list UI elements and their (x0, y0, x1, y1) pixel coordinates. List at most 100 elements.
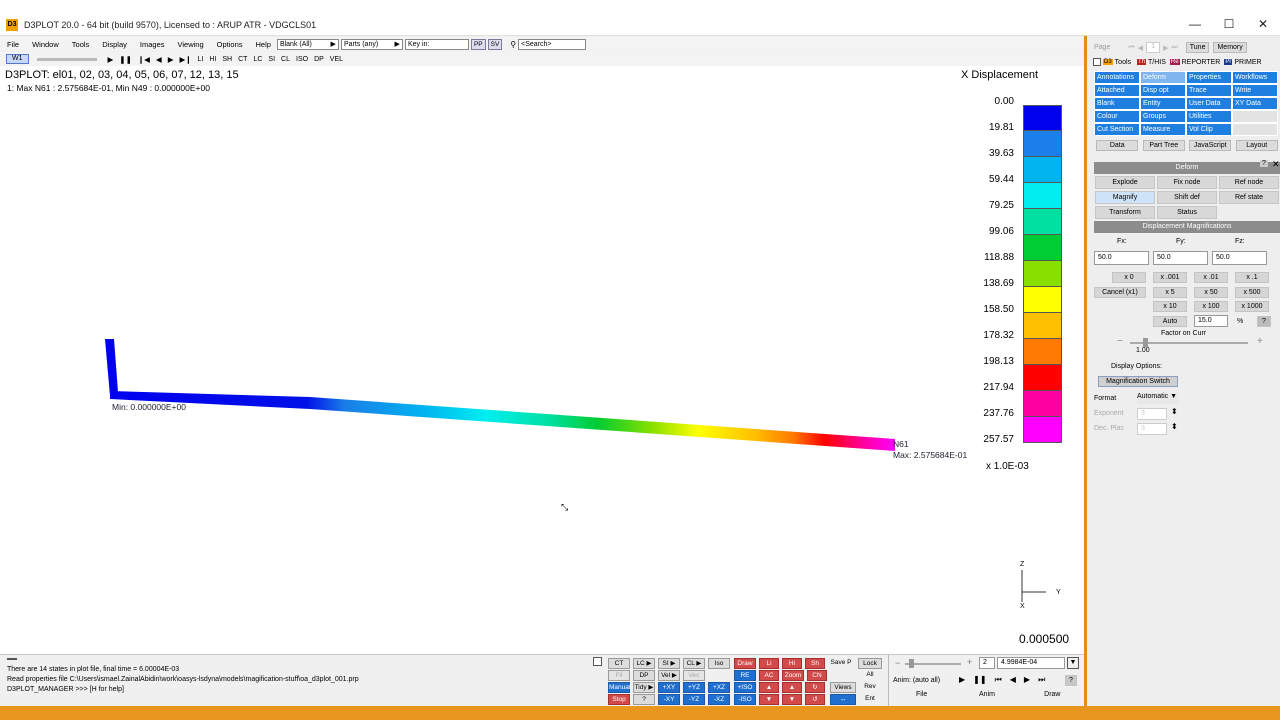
cancel-x1-button[interactable]: Cancel (x1) (1094, 287, 1146, 298)
plot-type-ct[interactable]: CT (235, 56, 250, 63)
auto-button[interactable]: Auto (1153, 316, 1187, 327)
anim-tab-anim[interactable]: Anim (954, 691, 1019, 698)
lc-button[interactable]: LC ▶ (633, 658, 655, 669)
rotate-up-icon[interactable]: ▲ (759, 682, 779, 693)
menu-window[interactable]: Window (25, 40, 65, 49)
plot-type-cl[interactable]: CL (278, 56, 293, 63)
tool-groups[interactable]: Groups (1140, 110, 1186, 123)
hi-button[interactable]: Hi (782, 658, 802, 669)
auto-value-input[interactable]: 15.0 (1194, 315, 1228, 327)
ac-button[interactable]: AC (759, 670, 779, 681)
dec-places-input[interactable]: 3 (1137, 423, 1167, 435)
tool-workflows[interactable]: Workflows (1232, 71, 1278, 84)
help-button[interactable]: ? (1260, 160, 1268, 167)
cl-button[interactable]: CL ▶ (683, 658, 705, 669)
plot-type-hi[interactable]: HI (206, 56, 219, 63)
shift-def-button[interactable]: Shift def (1157, 191, 1217, 204)
iso-button[interactable]: Iso (708, 658, 730, 669)
vec-button[interactable]: Vec (683, 670, 705, 681)
time-input[interactable]: 4.9984E-04 (997, 657, 1065, 669)
tool-trace[interactable]: Trace (1186, 84, 1232, 97)
plot-type-iso[interactable]: ISO (293, 56, 311, 63)
exponent-input[interactable]: 3 (1137, 408, 1167, 420)
plot-type-si[interactable]: SI (265, 56, 278, 63)
exponent-spinner-icon[interactable]: ⬍ (1171, 407, 1178, 416)
views-button[interactable]: Views (830, 682, 856, 693)
minus-xz-button[interactable]: -XZ (708, 694, 730, 705)
tool-colour[interactable]: Colour (1094, 110, 1140, 123)
anim-plus-icon[interactable]: + (967, 657, 972, 667)
tab-reporter[interactable]: REPORTER (1182, 59, 1221, 66)
parts-combo[interactable]: Parts (any) ▶ (340, 38, 403, 50)
tool-disp-opt[interactable]: Disp opt (1140, 84, 1186, 97)
mult-x01-button[interactable]: x .01 (1194, 272, 1228, 283)
anim-first-icon[interactable]: ⏮ (991, 675, 1006, 685)
page-first-icon[interactable]: ⏮ (1128, 44, 1134, 52)
menu-viewing[interactable]: Viewing (171, 40, 210, 49)
page-prev-icon[interactable]: ◀ (1138, 44, 1143, 52)
plot-type-lc[interactable]: LC (250, 56, 265, 63)
step-forward-icon[interactable]: ▶ (165, 55, 177, 64)
anim-last-icon[interactable]: ⏭ (1034, 675, 1049, 685)
plus-xz-button[interactable]: +XZ (708, 682, 730, 693)
explode-button[interactable]: Explode (1095, 176, 1155, 189)
format-select[interactable]: Automatic ▼ (1137, 393, 1179, 404)
key-in-field[interactable]: Key in: (404, 38, 469, 50)
close-panel-icon[interactable]: ✕ (1272, 159, 1280, 170)
help-button[interactable]: ? (633, 694, 655, 705)
cn-button[interactable]: CN (807, 670, 827, 681)
tune-button[interactable]: Tune (1185, 42, 1210, 53)
tool-xy-data[interactable]: XY Data (1232, 97, 1278, 110)
tool-measure[interactable]: Measure (1140, 123, 1186, 136)
ct-button[interactable]: CT (608, 658, 630, 669)
minus-yz-button[interactable]: -YZ (683, 694, 705, 705)
fit-arrows-icon[interactable]: ↔ (830, 694, 856, 705)
tool-user-data[interactable]: User Data (1186, 97, 1232, 110)
search-input[interactable]: <Search> (518, 38, 587, 50)
tab-data[interactable]: Data (1096, 140, 1139, 151)
fz-input[interactable]: 50.0 (1212, 251, 1267, 265)
tab-javascript[interactable]: JavaScript (1189, 140, 1232, 151)
anim-help-button[interactable]: ? (1065, 675, 1077, 686)
fx-input[interactable]: 50.0 (1094, 251, 1149, 265)
anim-forward-icon[interactable]: ▶ (1020, 675, 1034, 685)
tool-deform[interactable]: Deform (1140, 71, 1186, 84)
pp-button[interactable]: PP (470, 38, 486, 50)
tab-layout[interactable]: Layout (1235, 140, 1278, 151)
console-prompt[interactable]: D3PLOT_MANAGER >>> [H for help] (7, 685, 603, 695)
factor-plus-icon[interactable]: + (1257, 336, 1263, 347)
status-button[interactable]: Status (1157, 206, 1217, 219)
memory-button[interactable]: Memory (1213, 42, 1247, 53)
mult-x0-button[interactable]: x 0 (1112, 272, 1146, 283)
anim-back-icon[interactable]: ◀ (1006, 675, 1020, 685)
maximize-button[interactable]: ☐ (1212, 14, 1246, 36)
tool-utilities[interactable]: Utilities (1186, 110, 1232, 123)
window-tab-w1[interactable]: W1 (6, 54, 29, 64)
rev-button[interactable]: Rev (858, 682, 882, 693)
manual-button[interactable]: Manual (608, 682, 630, 693)
blank-combo[interactable]: Blank (All) ▶ (276, 38, 339, 50)
plot-type-dp[interactable]: DP (311, 56, 327, 63)
auto-help-button[interactable]: ? (1257, 316, 1271, 327)
page-next-icon[interactable]: ▶ (1163, 44, 1168, 52)
save-p-button[interactable]: Save P (828, 658, 854, 669)
menu-help[interactable]: Help (249, 40, 277, 49)
mult-x1000-button[interactable]: x 1000 (1235, 301, 1269, 312)
menu-display[interactable]: Display (95, 40, 133, 49)
anim-tab-file[interactable]: File (889, 691, 954, 698)
menu-images[interactable]: Images (133, 40, 171, 49)
plus-xy-button[interactable]: +XY (658, 682, 680, 693)
fil-button[interactable]: Fil (608, 670, 630, 681)
magnification-switch-button[interactable]: Magnification Switch (1098, 376, 1178, 387)
dec-places-spinner-icon[interactable]: ⬍ (1171, 422, 1178, 431)
magnify-button[interactable]: Magnify (1095, 191, 1155, 204)
last-state-icon[interactable]: ▶❙ (176, 55, 194, 64)
plot-type-sh[interactable]: SH (219, 56, 235, 63)
anim-tab-draw[interactable]: Draw (1020, 691, 1085, 698)
tool-annotations[interactable]: Annotations (1094, 71, 1140, 84)
ref-state-button[interactable]: Ref state (1219, 191, 1279, 204)
transform-button[interactable]: Transform (1095, 206, 1155, 219)
graphics-viewport[interactable]: D3PLOT: el01, 02, 03, 04, 05, 06, 07, 12… (0, 66, 1084, 654)
tidy-button[interactable]: Tidy ▶ (633, 682, 655, 693)
console-collapse-icon[interactable] (7, 658, 17, 660)
